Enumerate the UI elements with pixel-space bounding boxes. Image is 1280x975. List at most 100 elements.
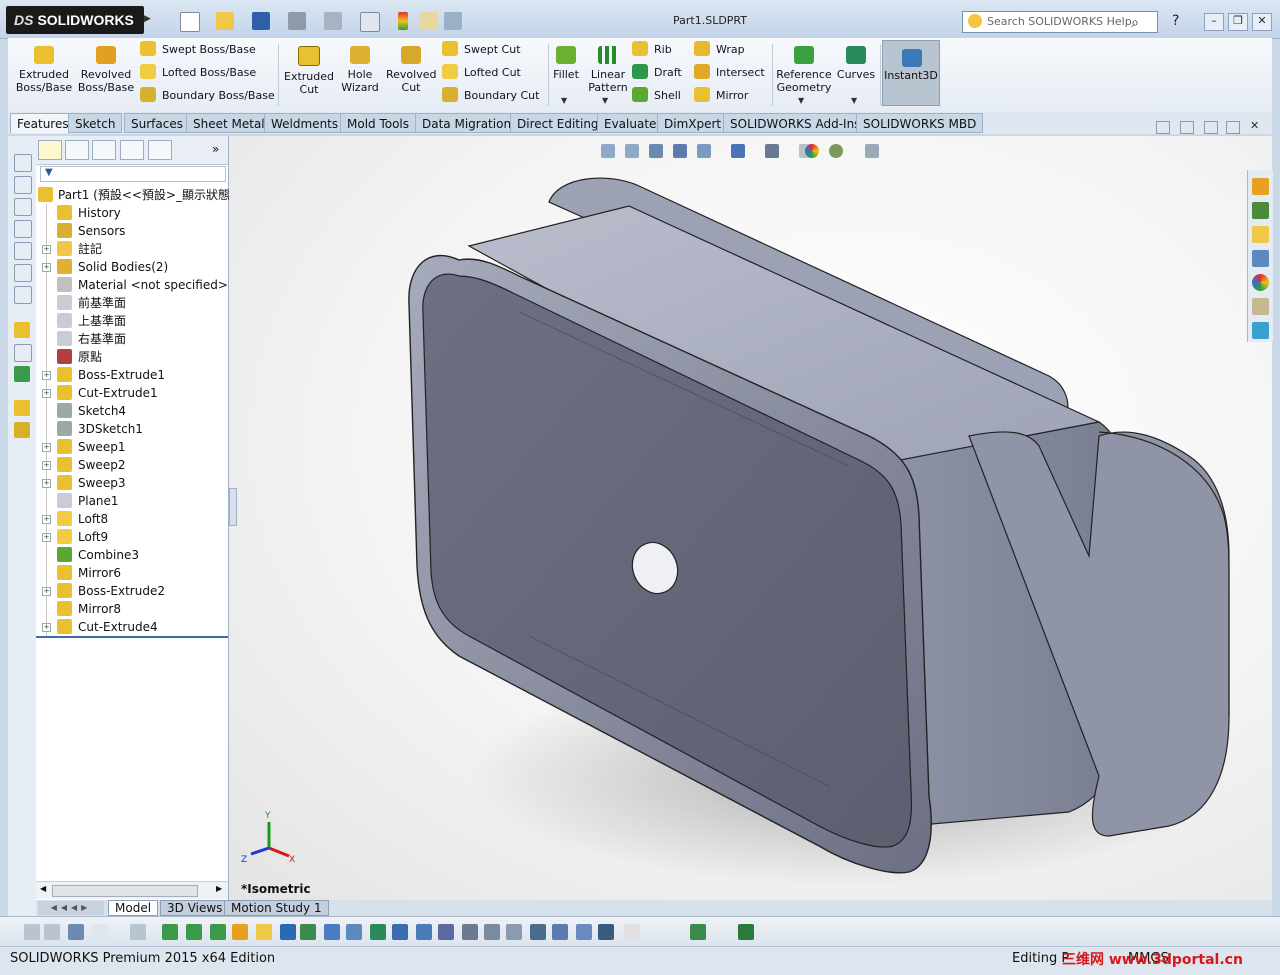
design-library-icon[interactable] (1252, 202, 1269, 219)
relations-icon[interactable] (14, 366, 30, 382)
expand-icon[interactable]: + (42, 245, 51, 254)
tree-item[interactable]: Mirror8 (36, 600, 228, 618)
tab-model[interactable]: Model (108, 900, 159, 916)
solidworks-logo[interactable]: DS SOLIDWORKS (6, 6, 144, 34)
file-properties-icon[interactable] (420, 12, 438, 30)
tab-direct-editing[interactable]: Direct Editing (510, 113, 606, 133)
expand-icon[interactable]: + (42, 371, 51, 380)
tab-sketch[interactable]: Sketch (68, 113, 123, 133)
selection-filter-icon[interactable] (210, 924, 226, 940)
expand-tabs-icon[interactable]: » (212, 142, 219, 156)
tab-weldments[interactable]: Weldments (264, 113, 346, 133)
graphics-close-button[interactable]: ✕ (1250, 119, 1259, 132)
tree-item[interactable]: History (36, 204, 228, 222)
selection-filter-icon[interactable] (738, 924, 754, 940)
selection-filter-icon[interactable] (392, 924, 408, 940)
selection-filter-icon[interactable] (44, 924, 60, 940)
tree-item[interactable]: + Boss-Extrude1 (36, 366, 228, 384)
curves-button[interactable]: Curves (836, 46, 876, 81)
help-icon[interactable]: ? (1172, 13, 1179, 29)
wrap-button[interactable]: Wrap (694, 40, 745, 60)
part-model[interactable]: Y X Z (229, 136, 1272, 900)
pattern-dropdown-icon[interactable]: ▼ (602, 96, 608, 105)
selection-filter-icon[interactable] (462, 924, 478, 940)
graphics-minimize-button[interactable] (1204, 121, 1218, 134)
sketch-icon[interactable] (14, 322, 30, 338)
configurationmanager-tab-icon[interactable] (92, 140, 116, 160)
custom-properties-icon[interactable] (1252, 298, 1269, 315)
tree-item[interactable]: Sensors (36, 222, 228, 240)
tree-item[interactable]: + Sweep2 (36, 456, 228, 474)
tree-item[interactable]: 前基準面 (36, 294, 228, 312)
reference-dropdown-icon[interactable]: ▼ (798, 96, 804, 105)
open-folder-icon[interactable] (216, 12, 234, 30)
tab-surfaces[interactable]: Surfaces (124, 113, 190, 133)
tab-solidworks-mbd[interactable]: SOLIDWORKS MBD (856, 113, 984, 133)
selection-filter-icon[interactable] (280, 924, 296, 940)
tab-mold-tools[interactable]: Mold Tools (340, 113, 417, 133)
selection-filter-icon[interactable] (530, 924, 546, 940)
tab-dimxpert[interactable]: DimXpert (657, 113, 729, 133)
tree-item[interactable]: + Boss-Extrude2 (36, 582, 228, 600)
selection-filter-icon[interactable] (484, 924, 500, 940)
view-palette-icon[interactable] (1252, 250, 1269, 267)
selection-filter-icon[interactable] (438, 924, 454, 940)
extruded-cut-button[interactable]: Extruded Cut (282, 46, 336, 96)
selection-filter-icon[interactable] (300, 924, 316, 940)
view-right-icon[interactable] (14, 220, 32, 238)
swept-cut-button[interactable]: Swept Cut (442, 40, 521, 60)
save-icon[interactable] (252, 12, 270, 30)
curves-dropdown-icon[interactable]: ▼ (851, 96, 857, 105)
view-left-icon[interactable] (14, 198, 32, 216)
rebuild-traffic-light-icon[interactable] (398, 12, 408, 30)
tree-item[interactable]: + Cut-Extrude4 (36, 618, 228, 636)
shell-button[interactable]: Shell (632, 86, 681, 106)
graphics-restore-button[interactable] (1226, 121, 1240, 134)
view-front-icon[interactable] (14, 154, 32, 172)
panel-collapse-handle[interactable] (229, 488, 237, 526)
tree-item[interactable]: + Sweep3 (36, 474, 228, 492)
fillet-button[interactable]: Fillet (550, 46, 582, 81)
fillet-dropdown-icon[interactable]: ▼ (561, 96, 567, 105)
tree-root-part[interactable]: Part1 (預設<<預設>_顯示狀態 (36, 186, 230, 204)
tree-item[interactable]: + Loft9 (36, 528, 228, 546)
forum-icon[interactable] (1252, 322, 1269, 339)
linear-pattern-button[interactable]: Linear Pattern (584, 46, 632, 94)
expand-icon[interactable]: + (42, 479, 51, 488)
tree-item[interactable]: + Sweep1 (36, 438, 228, 456)
tab-solidworks-add-ins[interactable]: SOLIDWORKS Add-Ins (723, 113, 868, 133)
revolved-cut-button[interactable]: Revolved Cut (386, 46, 436, 94)
selection-filter-icon[interactable] (324, 924, 340, 940)
boundary-boss-button[interactable]: Boundary Boss/Base (140, 86, 275, 106)
tree-item[interactable]: Combine3 (36, 546, 228, 564)
undo-icon[interactable] (324, 12, 342, 30)
expand-icon[interactable]: + (42, 443, 51, 452)
mirror-button[interactable]: Mirror (694, 86, 748, 106)
expand-icon[interactable]: + (42, 623, 51, 632)
propertymanager-tab-icon[interactable] (65, 140, 89, 160)
selection-filter-icon[interactable] (506, 924, 522, 940)
reference-geometry-button[interactable]: Reference Geometry (774, 46, 834, 94)
instant3d-button[interactable]: Instant3D (882, 40, 940, 106)
tree-item[interactable]: + Solid Bodies(2) (36, 258, 228, 276)
intersect-button[interactable]: Intersect (694, 63, 765, 83)
selection-filter-icon[interactable] (690, 924, 706, 940)
file-explorer-icon[interactable] (1252, 226, 1269, 243)
expand-icon[interactable]: + (42, 587, 51, 596)
revolved-boss-button[interactable]: Revolved Boss/Base (76, 46, 136, 94)
options-icon[interactable] (444, 12, 462, 30)
selection-filter-icon[interactable] (576, 924, 592, 940)
selection-filter-icon[interactable] (346, 924, 362, 940)
tab-sheet-metal[interactable]: Sheet Metal (186, 113, 272, 133)
selection-filter-icon[interactable] (416, 924, 432, 940)
magnifier-icon[interactable]: ⌕ (1131, 13, 1139, 33)
swept-boss-button[interactable]: Swept Boss/Base (140, 40, 256, 60)
scroll-left-icon[interactable]: ◀ (40, 884, 46, 893)
view-bottom-icon[interactable] (14, 264, 32, 282)
solidworks-resources-icon[interactable] (1252, 178, 1269, 195)
tree-item[interactable]: 原點 (36, 348, 228, 366)
tree-item[interactable]: 右基準面 (36, 330, 228, 348)
selection-filter-icon[interactable] (130, 924, 146, 940)
selection-filter-icon[interactable] (68, 924, 84, 940)
graphics-area[interactable]: Y X Z *Isometric (229, 136, 1272, 900)
